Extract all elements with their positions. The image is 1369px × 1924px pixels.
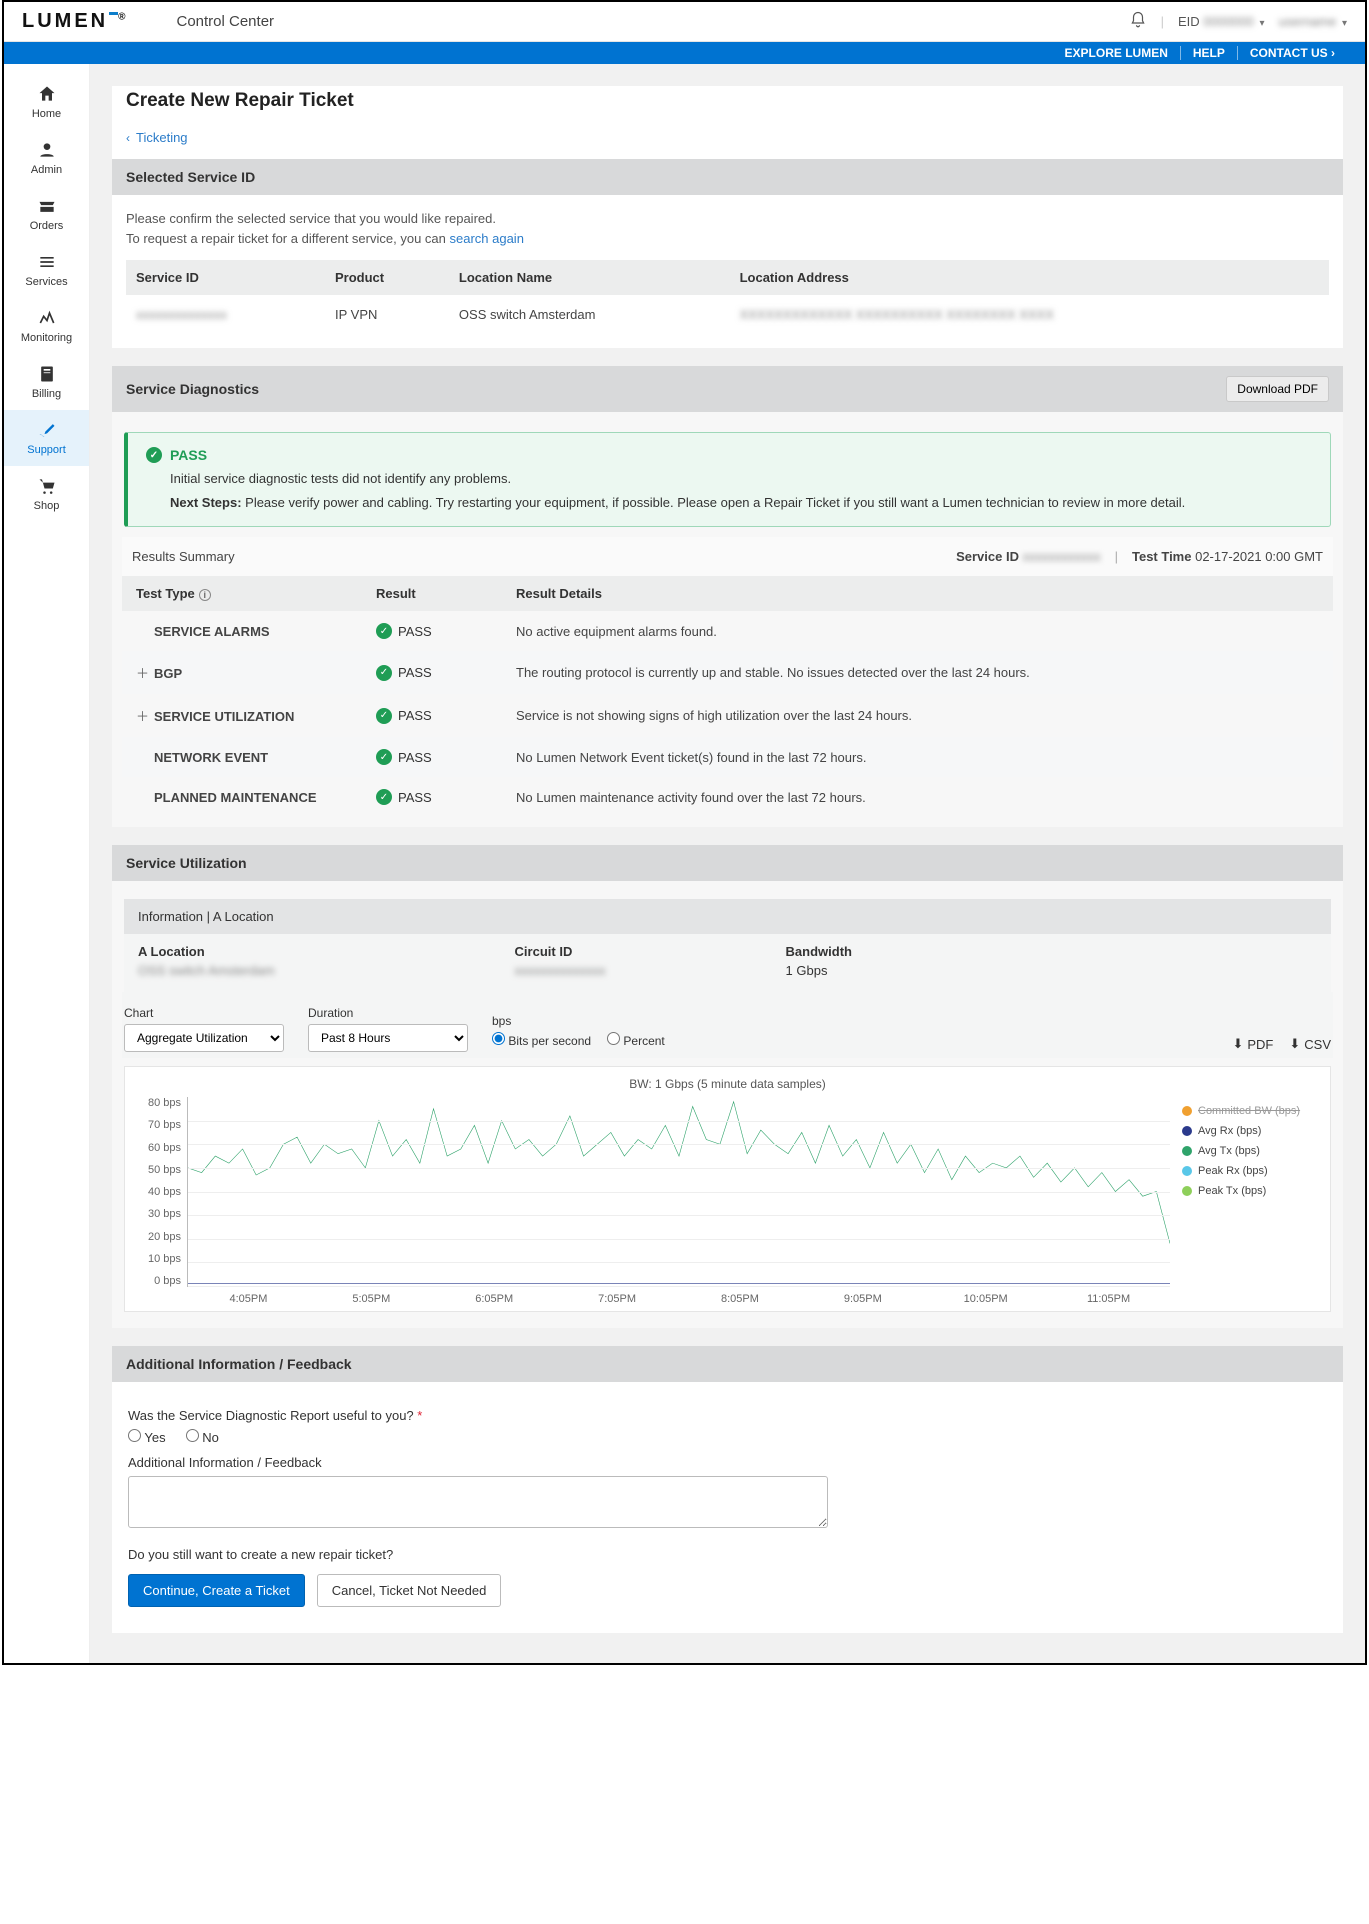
- table-row: PLANNED MAINTENANCE ✓PASS No Lumen maint…: [122, 777, 1333, 817]
- brand-logo: LUMEN®: [22, 10, 128, 33]
- expand-icon[interactable]: ＋: [136, 706, 148, 725]
- table-row: NETWORK EVENT ✓PASS No Lumen Network Eve…: [122, 737, 1333, 777]
- link-help[interactable]: HELP: [1180, 46, 1237, 60]
- section-feedback: Additional Information / Feedback: [112, 1346, 1343, 1382]
- sidebar-item-billing[interactable]: Billing: [4, 354, 89, 410]
- sidebar-item-shop[interactable]: Shop: [4, 466, 89, 522]
- sidebar-item-support[interactable]: Support: [4, 410, 89, 466]
- service-note: Please confirm the selected service that…: [126, 209, 1329, 248]
- legend-item[interactable]: Peak Tx (bps): [1182, 1185, 1320, 1197]
- continue-button[interactable]: Continue, Create a Ticket: [128, 1574, 305, 1607]
- legend-item[interactable]: Peak Rx (bps): [1182, 1165, 1320, 1177]
- legend-item[interactable]: Avg Tx (bps): [1182, 1145, 1320, 1157]
- sidebar-item-services[interactable]: Services: [4, 242, 89, 298]
- section-selected-service: Selected Service ID: [112, 159, 1343, 195]
- radio-bps[interactable]: Bits per second: [492, 1032, 591, 1048]
- legend-item[interactable]: Avg Rx (bps): [1182, 1125, 1320, 1137]
- eid-dropdown[interactable]: EID 0000000 ▾: [1178, 14, 1265, 29]
- check-icon: ✓: [146, 447, 162, 463]
- chart-select[interactable]: Aggregate Utilization: [124, 1024, 284, 1052]
- radio-percent[interactable]: Percent: [607, 1032, 665, 1048]
- results-summary-label: Results Summary: [132, 549, 235, 564]
- bell-icon[interactable]: [1129, 11, 1147, 32]
- check-icon: ✓: [376, 665, 392, 681]
- feedback-textarea[interactable]: [128, 1476, 828, 1528]
- section-diagnostics: Service Diagnostics Download PDF: [112, 366, 1343, 412]
- check-icon: ✓: [376, 789, 392, 805]
- export-pdf[interactable]: ⬇ PDF: [1232, 1036, 1273, 1052]
- link-search-again[interactable]: search again: [449, 231, 523, 246]
- breadcrumb-ticketing[interactable]: ‹Ticketing: [126, 124, 1329, 159]
- user-dropdown[interactable]: username ▾: [1279, 14, 1347, 29]
- download-pdf-button[interactable]: Download PDF: [1226, 376, 1329, 402]
- sidebar-item-admin[interactable]: Admin: [4, 130, 89, 186]
- secondary-nav: EXPLORE LUMEN HELP CONTACT US ›: [4, 42, 1365, 64]
- table-row: SERVICE ALARMS ✓PASS No active equipment…: [122, 611, 1333, 651]
- cancel-button[interactable]: Cancel, Ticket Not Needed: [317, 1574, 502, 1607]
- utilization-chart: BW: 1 Gbps (5 minute data samples) 80 bp…: [124, 1066, 1331, 1312]
- check-icon: ✓: [376, 708, 392, 724]
- radio-no[interactable]: No: [186, 1429, 219, 1445]
- expand-icon[interactable]: ＋: [136, 663, 148, 682]
- table-row: ＋BGP ✓PASS The routing protocol is curre…: [122, 651, 1333, 694]
- table-row: ＋SERVICE UTILIZATION ✓PASS Service is no…: [122, 694, 1333, 737]
- info-icon[interactable]: i: [199, 589, 211, 601]
- service-table: Service ID Product Location Name Locatio…: [126, 260, 1329, 334]
- sidebar-item-home[interactable]: Home: [4, 74, 89, 130]
- table-row: xxxxxxxxxxxxxx IP VPN OSS switch Amsterd…: [126, 295, 1329, 334]
- duration-select[interactable]: Past 8 Hours: [308, 1024, 468, 1052]
- export-csv[interactable]: ⬇ CSV: [1289, 1036, 1331, 1052]
- pass-banner: ✓PASS Initial service diagnostic tests d…: [124, 432, 1331, 527]
- sidebar-item-orders[interactable]: Orders: [4, 186, 89, 242]
- results-table: Test Typei Result Result Details SERVICE…: [122, 576, 1333, 817]
- check-icon: ✓: [376, 623, 392, 639]
- sidebar: Home Admin Orders Services Monitoring Bi…: [4, 64, 90, 1663]
- link-contact[interactable]: CONTACT US ›: [1237, 46, 1347, 60]
- util-info-header: Information | A Location: [124, 899, 1331, 934]
- radio-yes[interactable]: Yes: [128, 1429, 166, 1445]
- app-title: Control Center: [176, 13, 274, 30]
- link-explore[interactable]: EXPLORE LUMEN: [1053, 46, 1180, 60]
- legend-item[interactable]: Committed BW (bps): [1182, 1105, 1320, 1117]
- section-utilization: Service Utilization: [112, 845, 1343, 881]
- sidebar-item-monitoring[interactable]: Monitoring: [4, 298, 89, 354]
- check-icon: ✓: [376, 749, 392, 765]
- page-title: Create New Repair Ticket: [126, 86, 1329, 124]
